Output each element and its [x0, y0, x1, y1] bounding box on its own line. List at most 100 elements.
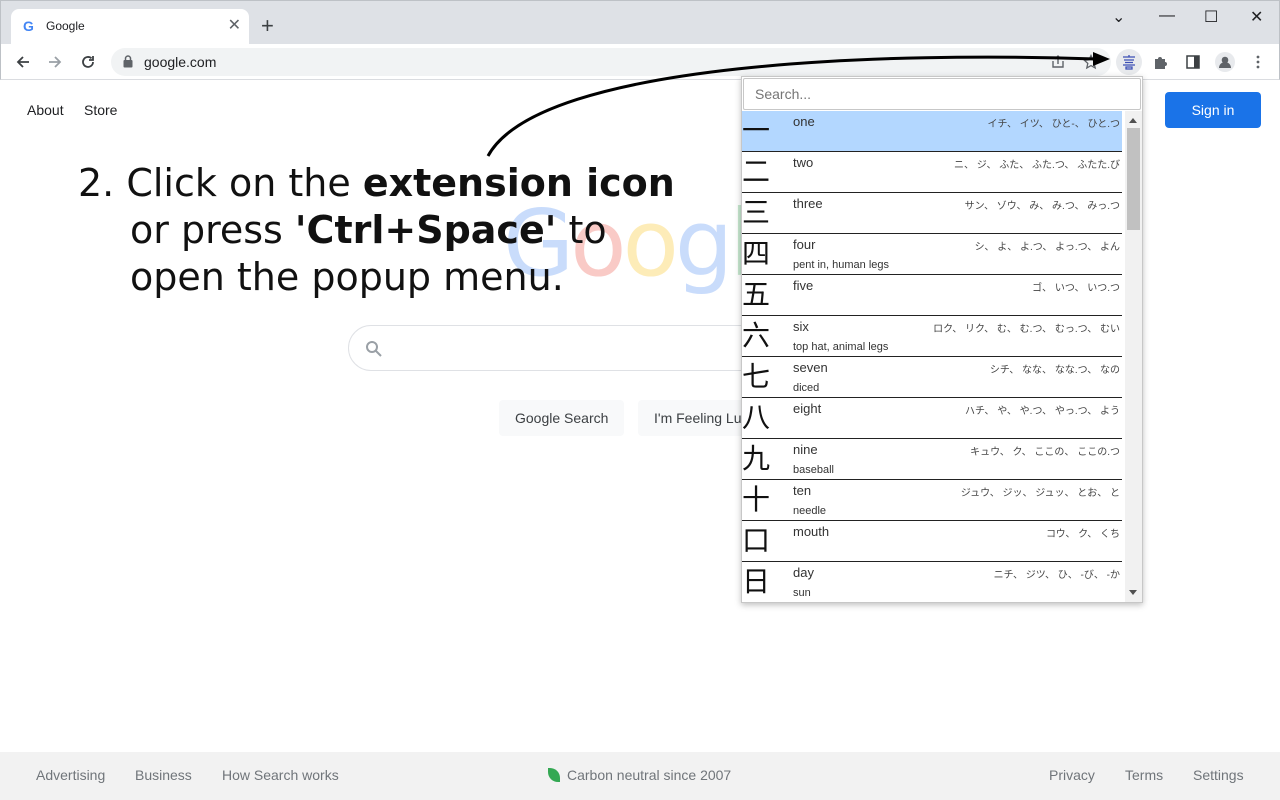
- google-search-button[interactable]: Google Search: [499, 400, 625, 436]
- back-arrow-icon: [16, 56, 29, 68]
- kanji-character: 九: [742, 442, 771, 475]
- popup-scrollbar[interactable]: [1125, 111, 1142, 602]
- kanji-meaning: six: [793, 319, 809, 334]
- kanji-mnemonic: baseball: [793, 464, 834, 476]
- kanji-reading: ロク、 リク、 む、 む.つ、 むっ.つ、 むい: [933, 324, 1120, 335]
- close-window-button[interactable]: ✕: [1250, 7, 1263, 27]
- kanji-reading: キュウ、 ク、 ここの、 ここの.つ: [970, 447, 1120, 458]
- kanji-row[interactable]: 一 one イチ、 イツ、 ひと-、 ひと.つ: [742, 111, 1122, 152]
- kanji-reading: ニ、 ジ、 ふた、 ふた.つ、 ふたた.び: [954, 160, 1120, 171]
- kanji-reading: シ、 よ、 よ.つ、 よっ.つ、 よん: [974, 242, 1120, 253]
- business-link[interactable]: Business: [135, 767, 192, 783]
- kanji-meaning: two: [793, 155, 814, 170]
- instruction-caption: 2. Click on the extension icon or press …: [78, 160, 675, 301]
- scroll-thumb[interactable]: [1127, 128, 1140, 230]
- maximize-button[interactable]: ☐: [1204, 7, 1218, 27]
- sign-in-button[interactable]: Sign in: [1165, 92, 1261, 128]
- kanji-row[interactable]: 五 five ゴ、 いつ、 いつ.つ: [742, 275, 1122, 316]
- kanji-character: 三: [742, 196, 771, 229]
- kanji-character: 日: [742, 565, 771, 598]
- reload-icon: [82, 56, 94, 68]
- instruction-line-1: 2. Click on the extension icon: [78, 161, 675, 205]
- kanji-meaning: seven: [793, 360, 828, 375]
- kanji-character: 一: [742, 114, 771, 147]
- kanji-meaning: nine: [793, 442, 818, 457]
- kanji-mnemonic: top hat, animal legs: [793, 341, 889, 353]
- back-button[interactable]: [11, 50, 35, 74]
- kanji-reading: イチ、 イツ、 ひと-、 ひと.つ: [987, 119, 1120, 130]
- search-icon: [366, 341, 382, 357]
- profile-avatar-icon: [1215, 52, 1235, 72]
- tab-strip: G Google ✕ + ⌄ — ☐ ✕: [0, 0, 1280, 45]
- kanji-character: 四: [742, 237, 771, 270]
- settings-link[interactable]: Settings: [1193, 767, 1244, 783]
- leaf-icon: [548, 768, 560, 782]
- url-text: google.com: [144, 54, 217, 70]
- kanji-mnemonic: diced: [793, 382, 820, 394]
- terms-link[interactable]: Terms: [1125, 767, 1163, 783]
- kanji-reading: サン、 ゾウ、 み、 み.つ、 みっ.つ: [964, 201, 1120, 212]
- kanji-meaning: day: [793, 565, 814, 580]
- tab-close-icon[interactable]: ✕: [228, 18, 241, 34]
- kanji-character: 十: [742, 483, 771, 516]
- kanji-row[interactable]: 日 day ニチ、 ジツ、 ひ、 -び、 -か sun: [742, 562, 1122, 602]
- kanji-row[interactable]: 二 two ニ、 ジ、 ふた、 ふた.つ、 ふたた.び: [742, 152, 1122, 193]
- advertising-link[interactable]: Advertising: [36, 767, 105, 783]
- scroll-up-arrow-icon[interactable]: [1129, 118, 1137, 123]
- how-search-works-link[interactable]: How Search works: [222, 767, 339, 783]
- kanji-meaning: one: [793, 114, 815, 129]
- minimize-button[interactable]: —: [1159, 7, 1175, 25]
- kanji-list[interactable]: 一 one イチ、 イツ、 ひと-、 ひと.つ二 two ニ、 ジ、 ふた、 ふた.つ、…: [742, 111, 1122, 602]
- about-link[interactable]: About: [27, 102, 64, 118]
- extensions-button[interactable]: [1149, 50, 1173, 74]
- puzzle-piece-icon: [1155, 57, 1167, 69]
- store-link[interactable]: Store: [84, 102, 117, 118]
- kanji-row[interactable]: 六 six ロク、 リク、 む、 む.つ、 むっ.つ、 むい top hat, ani…: [742, 316, 1122, 357]
- share-icon: [1052, 55, 1064, 68]
- kanji-row[interactable]: 口 mouth コウ、 ク、 くち: [742, 521, 1122, 562]
- kanji-reading: ジュウ、 ジッ、 ジュッ、 とお、 と: [960, 488, 1120, 499]
- scroll-down-arrow-icon[interactable]: [1129, 590, 1137, 595]
- reload-button[interactable]: [76, 50, 100, 74]
- kanji-meaning: three: [793, 196, 823, 211]
- kanji-row[interactable]: 九 nine キュウ、 ク、 ここの、 ここの.つ baseball: [742, 439, 1122, 480]
- kanji-character: 六: [742, 319, 771, 352]
- kanji-character: 八: [742, 401, 771, 434]
- kanji-extension-button[interactable]: [1116, 49, 1142, 75]
- kanji-meaning: eight: [793, 401, 822, 416]
- kanji-popup: 一 one イチ、 イツ、 ひと-、 ひと.つ二 two ニ、 ジ、 ふた、 ふた.つ、…: [741, 76, 1143, 603]
- carbon-neutral-link[interactable]: Carbon neutral since 2007: [567, 767, 731, 783]
- kanji-reading: ハチ、 や、 や.つ、 やっ.つ、 よう: [965, 406, 1120, 417]
- instruction-line-2: or press 'Ctrl+Space' to: [130, 208, 607, 252]
- forward-arrow-icon: [49, 56, 62, 68]
- kebab-menu-icon: [1256, 55, 1260, 69]
- kanji-row[interactable]: 四 four シ、 よ、 よ.つ、 よっ.つ、 よん pent in, human l…: [742, 234, 1122, 275]
- kanji-character: 五: [742, 278, 771, 311]
- kanji-reading: コウ、 ク、 くち: [1046, 529, 1120, 540]
- kanji-mnemonic: needle: [793, 505, 827, 517]
- kanji-character: 口: [742, 524, 771, 557]
- kanji-row[interactable]: 十 ten ジュウ、 ジッ、 ジュッ、 とお、 と needle: [742, 480, 1122, 521]
- instruction-line-3: open the popup menu.: [130, 255, 564, 299]
- browser-menu-button[interactable]: [1246, 50, 1270, 74]
- kanji-row[interactable]: 八 eight ハチ、 や、 や.つ、 やっ.つ、 よう: [742, 398, 1122, 439]
- kanji-row[interactable]: 七 seven シチ、 なな、 なな.つ、 なの diced: [742, 357, 1122, 398]
- privacy-link[interactable]: Privacy: [1049, 767, 1095, 783]
- forward-button[interactable]: [43, 50, 67, 74]
- profile-button[interactable]: [1213, 50, 1237, 74]
- tab-title: Google: [46, 19, 85, 33]
- star-icon: [1083, 54, 1099, 70]
- share-button[interactable]: [1046, 50, 1070, 74]
- popup-search-input[interactable]: [743, 78, 1141, 110]
- tab-google[interactable]: G Google ✕: [11, 9, 249, 45]
- side-panel-button[interactable]: [1181, 50, 1205, 74]
- tab-search-icon[interactable]: ⌄: [1112, 7, 1125, 27]
- new-tab-button[interactable]: +: [261, 15, 274, 37]
- kanji-extension-icon: [1123, 55, 1135, 70]
- kanji-reading: シチ、 なな、 なな.つ、 なの: [989, 365, 1120, 376]
- kanji-row[interactable]: 三 three サン、 ゾウ、 み、 み.つ、 みっ.つ: [742, 193, 1122, 234]
- kanji-meaning: five: [793, 278, 814, 293]
- bookmark-button[interactable]: [1079, 50, 1103, 74]
- address-bar[interactable]: google.com: [111, 48, 1111, 76]
- kanji-meaning: four: [793, 237, 816, 252]
